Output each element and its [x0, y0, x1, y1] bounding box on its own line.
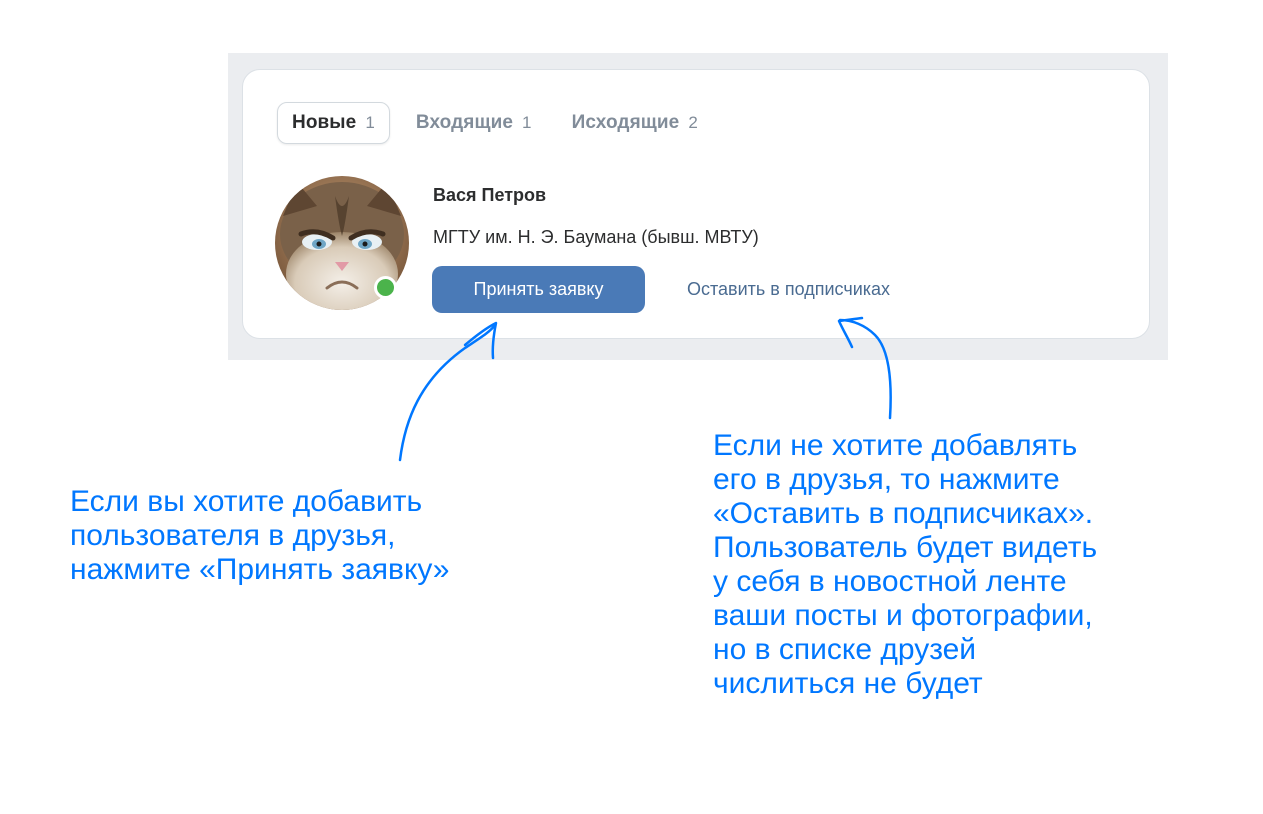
caption-right-line: «Оставить в подписчиках».	[713, 497, 1094, 530]
caption-right-line: у себя в новостной ленте	[713, 565, 1067, 598]
tab-new-count: 1	[365, 113, 375, 132]
tab-new[interactable]: Новые 1	[277, 102, 390, 144]
caption-left-line: пользователя в друзья,	[70, 519, 396, 552]
online-status-dot	[374, 276, 397, 299]
caption-accept-hint: Если вы хотите добавить пользователя в д…	[70, 485, 590, 587]
screenshot-frame: Новые 1 Входящие 1 Исходящие 2 Вася Петр…	[228, 53, 1168, 360]
user-name[interactable]: Вася Петров	[433, 185, 546, 206]
caption-right-line: Если не хотите добавлять	[713, 429, 1078, 462]
tab-outgoing-label: Исходящие	[571, 112, 680, 133]
tab-outgoing[interactable]: Исходящие 2	[558, 102, 712, 144]
caption-right-line: Пользователь будет видеть	[713, 531, 1098, 564]
caption-right-line: числиться не будет	[713, 667, 983, 700]
keep-as-subscriber-button[interactable]: Оставить в подписчиках	[673, 266, 904, 313]
caption-right-line: его в друзья, то нажмите	[713, 463, 1060, 496]
tab-incoming-count: 1	[522, 113, 532, 132]
tab-new-label: Новые	[292, 112, 357, 133]
friend-requests-card: Новые 1 Входящие 1 Исходящие 2 Вася Петр…	[242, 69, 1150, 339]
tab-outgoing-count: 2	[688, 113, 698, 132]
accept-request-button[interactable]: Принять заявку	[432, 266, 645, 313]
request-tabs: Новые 1 Входящие 1 Исходящие 2	[277, 101, 712, 145]
user-university: МГТУ им. Н. Э. Баумана (бывш. МВТУ)	[433, 227, 759, 247]
caption-right-line: но в списке друзей	[713, 633, 977, 666]
caption-left-line: Если вы хотите добавить	[70, 485, 423, 518]
tab-incoming-label: Входящие	[415, 112, 514, 133]
caption-right-line: ваши посты и фотографии,	[713, 599, 1093, 632]
tab-incoming[interactable]: Входящие 1	[402, 102, 546, 144]
caption-left-line: нажмите «Принять заявку»	[70, 553, 450, 586]
caption-keep-subscriber-hint: Если не хотите добавлять его в друзья, т…	[713, 429, 1253, 701]
